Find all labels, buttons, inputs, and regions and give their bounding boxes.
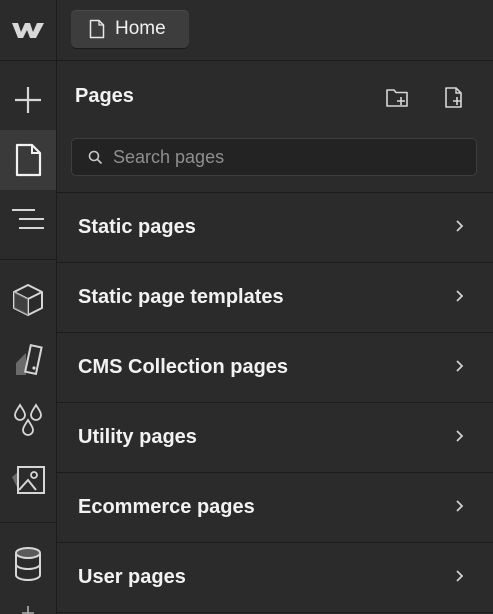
add-panel-button[interactable] <box>0 70 56 130</box>
components-panel-button[interactable] <box>0 270 56 330</box>
chevron-right-icon <box>456 500 464 512</box>
section-static-page-templates[interactable]: Static page templates <box>57 263 493 333</box>
search-icon <box>88 150 103 164</box>
current-page-label: Home <box>115 18 166 39</box>
plus-icon <box>22 606 34 614</box>
page-sections-list: Static pages Static page templates CMS C… <box>57 192 493 613</box>
pages-panel-button[interactable] <box>0 130 56 190</box>
section-static-pages[interactable]: Static pages <box>57 193 493 263</box>
section-cms-collection-pages[interactable]: CMS Collection pages <box>57 333 493 403</box>
pages-panel: Pages Static pages Static page templates <box>57 61 493 614</box>
new-page-button[interactable] <box>440 85 468 111</box>
variables-panel-button[interactable] <box>0 390 56 450</box>
page-plus-icon <box>445 87 462 108</box>
assets-panel-button[interactable] <box>0 450 56 510</box>
section-utility-pages[interactable]: Utility pages <box>57 403 493 473</box>
page-icon <box>89 19 105 39</box>
drops-icon <box>14 403 42 436</box>
panel-title: Pages <box>75 85 134 107</box>
navigator-panel-button[interactable] <box>0 190 56 250</box>
search-field[interactable] <box>71 138 477 176</box>
section-label: Ecommerce pages <box>78 496 255 518</box>
search-input[interactable] <box>113 146 453 168</box>
left-toolbar <box>0 0 57 614</box>
style-selectors-panel-button[interactable] <box>0 330 56 390</box>
more-panel-button[interactable] <box>0 600 56 614</box>
page-icon <box>15 143 42 177</box>
cube-icon <box>13 284 43 316</box>
chevron-right-icon <box>456 290 464 302</box>
section-ecommerce-pages[interactable]: Ecommerce pages <box>57 473 493 543</box>
section-label: Static pages <box>78 216 196 238</box>
new-folder-button[interactable] <box>384 85 412 111</box>
chevron-right-icon <box>456 360 464 372</box>
current-page-button[interactable]: Home <box>71 10 189 48</box>
section-label: Static page templates <box>78 286 284 308</box>
chevron-right-icon <box>456 430 464 442</box>
folder-plus-icon <box>386 89 408 107</box>
section-label: CMS Collection pages <box>78 356 289 378</box>
plus-icon <box>15 87 41 113</box>
image-icon <box>12 466 45 494</box>
chevron-right-icon <box>456 220 464 232</box>
database-icon <box>15 547 41 581</box>
webflow-logo-icon[interactable] <box>0 0 56 60</box>
cms-panel-button[interactable] <box>0 534 56 594</box>
chevron-right-icon <box>456 570 464 582</box>
navigator-icon <box>12 209 44 229</box>
section-label: User pages <box>78 566 186 588</box>
brush-icon <box>16 344 43 376</box>
section-user-pages[interactable]: User pages <box>57 543 493 613</box>
top-bar: Home <box>57 0 493 61</box>
section-label: Utility pages <box>78 426 197 448</box>
